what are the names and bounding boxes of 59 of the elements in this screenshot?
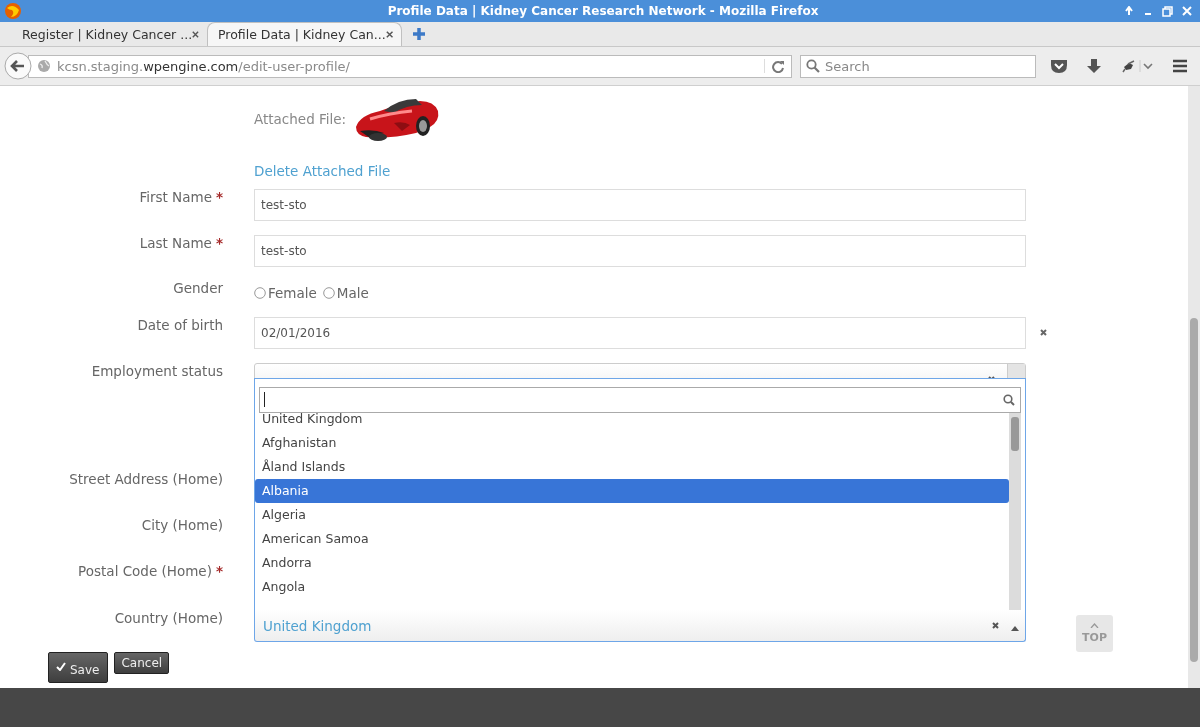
clear-icon[interactable] [992,622,999,629]
close-icon[interactable] [192,29,199,39]
field-label: Country (Home) [114,610,223,626]
radio-label: Female [268,285,317,301]
date-field[interactable]: 02/01/2016 [254,317,1026,349]
dropdown-option[interactable]: Algeria [255,503,1009,527]
scrollbar-thumb[interactable] [1011,417,1019,451]
field-label: Last Name [139,235,212,251]
dropdown-option[interactable]: American Samoa [255,527,1009,551]
save-button[interactable]: Save [48,652,109,683]
menu-icon[interactable] [1172,59,1188,73]
close-icon[interactable] [385,30,393,39]
caret-up-icon [1011,626,1019,631]
field-label: Gender [173,280,223,296]
text-field[interactable]: test-sto [254,235,1026,267]
dropdown-option[interactable]: Åland Islands [255,455,1009,479]
search-icon [1003,394,1015,406]
new-tab-icon[interactable] [412,27,426,41]
field-label: Postal Code (Home) [78,563,212,579]
cancel-button[interactable]: Cancel [114,652,170,674]
pocket-icon[interactable] [1050,58,1068,74]
globe-icon [37,59,51,73]
firefox-logo-icon [4,2,22,20]
field-label: City (Home) [141,517,223,533]
radio-button[interactable] [322,287,335,299]
dropdown-option[interactable]: Angola [255,575,1009,599]
dropdown-option[interactable]: United Kingdom [255,411,1009,431]
reload-icon[interactable] [764,59,785,73]
dropdown-option[interactable]: Afghanistan [255,431,1009,455]
required-asterisk: * [215,189,223,205]
required-asterisk: * [215,235,223,251]
dropdown-option[interactable]: Andorra [255,551,1009,575]
dropdown-option[interactable]: Albania [255,479,1009,503]
restore-icon[interactable] [1162,5,1173,17]
field-label: Employment status [91,363,223,379]
search-icon [806,58,820,73]
required-asterisk: * [215,563,223,579]
window-title: Profile Data | Kidney Cancer Research Network - Mozilla Firefox [386,4,820,18]
radio-button[interactable] [254,287,266,299]
scrollbar-thumb[interactable] [1190,318,1198,662]
caret-up-icon [1090,623,1099,628]
browser-tab[interactable]: Register | Kidney Cancer ... [12,22,207,46]
radio-label: Male [336,285,369,301]
attachment-label: Attached File: [254,111,347,127]
search-field[interactable]: Search [800,54,1036,78]
up-arrow-icon[interactable] [1124,6,1134,16]
clear-icon[interactable] [1040,329,1047,336]
address-field[interactable]: kcsn.staging.wpengine.com/edit-user-profile/ [28,54,792,78]
field-label: Date of birth [137,317,223,333]
back-icon[interactable] [4,52,32,80]
field-label: First Name [139,189,212,205]
download-icon[interactable] [1086,58,1102,74]
browser-tab[interactable]: Profile Data | Kidney Can... [207,22,402,46]
check-icon [56,662,66,671]
field-label: Street Address (Home) [69,471,223,487]
text-field[interactable]: test-sto [254,189,1026,221]
extension-icon[interactable] [1120,58,1154,74]
dropdown-search-field[interactable] [259,387,1021,413]
url-text: kcsn.staging.wpengine.com/edit-user-profile/ [57,58,351,74]
